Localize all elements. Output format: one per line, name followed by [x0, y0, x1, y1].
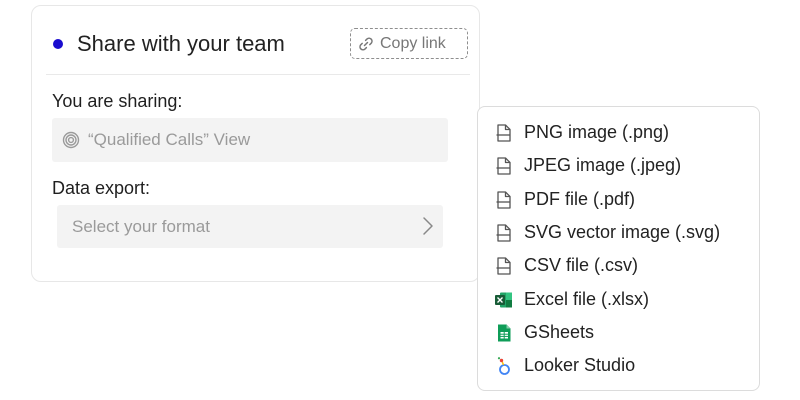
- share-card: Share with your team Copy link You are s…: [31, 5, 480, 282]
- file-icon: [496, 157, 511, 175]
- menu-item-png[interactable]: PNG image (.png): [478, 116, 759, 149]
- menu-item-label: Looker Studio: [524, 355, 636, 375]
- menu-item-label: PDF file (.pdf): [524, 189, 636, 209]
- file-icon: [496, 124, 511, 142]
- sharing-view-name: “Qualified Calls” View: [88, 130, 251, 149]
- share-header: Share with your team Copy link: [46, 26, 470, 75]
- menu-item-svg[interactable]: SVG vector image (.svg): [478, 216, 759, 249]
- export-format-menu: PNG image (.png) JPEG image (.jpeg) PDF …: [477, 106, 760, 391]
- excel-icon: [495, 292, 512, 308]
- menu-item-label: SVG vector image (.svg): [524, 222, 721, 242]
- file-icon: [496, 224, 511, 242]
- menu-item-excel[interactable]: Excel file (.xlsx): [478, 283, 759, 316]
- export-label: Data export:: [52, 178, 151, 198]
- file-icon: [496, 257, 511, 275]
- menu-item-csv[interactable]: CSV file (.csv): [478, 249, 759, 282]
- menu-item-pdf[interactable]: PDF file (.pdf): [478, 183, 759, 216]
- link-icon: [359, 37, 373, 51]
- file-icon: [496, 191, 511, 209]
- format-select[interactable]: Select your format: [57, 205, 443, 248]
- status-dot: [53, 39, 63, 49]
- copy-link-label: Copy link: [380, 35, 446, 52]
- menu-item-label: GSheets: [524, 322, 595, 342]
- menu-item-label: CSV file (.csv): [524, 255, 639, 275]
- sharing-label: You are sharing:: [52, 91, 183, 111]
- sharing-view-field: “Qualified Calls” View: [52, 118, 448, 162]
- share-export-screen: Share with your team Copy link You are s…: [0, 0, 800, 400]
- view-icon: [62, 131, 80, 149]
- chevron-right-icon: [423, 217, 433, 235]
- menu-item-jpeg[interactable]: JPEG image (.jpeg): [478, 149, 759, 182]
- menu-item-gsheets[interactable]: GSheets: [478, 316, 759, 349]
- menu-item-label: PNG image (.png): [524, 122, 670, 142]
- menu-item-label: JPEG image (.jpeg): [524, 155, 682, 175]
- looker-studio-icon: [497, 357, 510, 375]
- gsheets-icon: [498, 324, 511, 342]
- menu-item-label: Excel file (.xlsx): [524, 289, 650, 309]
- menu-item-looker-studio[interactable]: Looker Studio: [478, 349, 759, 382]
- share-title: Share with your team: [77, 31, 285, 56]
- copy-link-button[interactable]: Copy link: [350, 28, 468, 59]
- format-select-placeholder: Select your format: [72, 217, 210, 236]
